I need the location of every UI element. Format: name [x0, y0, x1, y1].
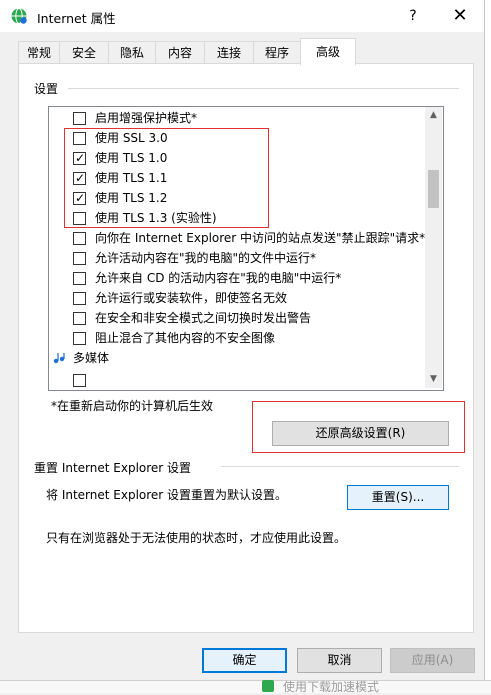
help-button[interactable]: ? — [400, 4, 426, 28]
checkbox[interactable] — [73, 272, 86, 285]
multimedia-icon — [53, 353, 65, 364]
scroll-thumb[interactable] — [428, 170, 439, 208]
category-label: 多媒体 — [73, 351, 110, 365]
ok-button[interactable]: 确定 — [202, 648, 287, 673]
reset-button[interactable]: 重置(S)... — [347, 485, 449, 510]
settings-scrollbar[interactable]: ▲ ▼ — [425, 107, 442, 388]
cancel-button[interactable]: 取消 — [297, 648, 382, 673]
apply-button[interactable]: 应用(A) — [390, 648, 475, 673]
restart-note: *在重新启动你的计算机后生效 — [51, 399, 214, 413]
checkbox[interactable] — [73, 374, 86, 387]
checkbox[interactable] — [73, 292, 86, 305]
tab-programs[interactable]: 程序 — [253, 41, 301, 64]
tab-content[interactable]: 内容 — [155, 41, 205, 64]
tab-general[interactable]: 常规 — [18, 41, 60, 64]
checkbox[interactable] — [73, 112, 86, 125]
reset-group-divider — [221, 466, 459, 467]
background-window-edge — [484, 0, 491, 692]
window-title: Internet 属性 — [37, 11, 116, 26]
checkbox[interactable] — [73, 232, 86, 245]
scroll-up-arrow-icon[interactable]: ▲ — [425, 107, 442, 124]
tab-connections[interactable]: 连接 — [204, 41, 254, 64]
title-bar[interactable]: Internet 属性 ? ✕ — [0, 0, 484, 32]
tab-security[interactable]: 安全 — [59, 41, 109, 64]
setting-label: 向你在 Internet Explorer 中访问的站点发送"禁止跟踪"请求* — [95, 231, 426, 245]
reset-description: 将 Internet Explorer 设置重置为默认设置。 — [46, 488, 288, 502]
close-button[interactable]: ✕ — [440, 4, 480, 28]
setting-label: 允许活动内容在"我的电脑"的文件中运行* — [95, 251, 317, 265]
setting-label: 阻止混合了其他内容的不安全图像 — [95, 331, 276, 345]
reset-note: 只有在浏览器处于无法使用的状态时，才应使用此设置。 — [46, 531, 347, 545]
checkbox[interactable] — [73, 252, 86, 265]
checkbox[interactable] — [73, 332, 86, 345]
reset-group-label: 重置 Internet Explorer 设置 — [34, 461, 192, 475]
settings-group-label: 设置 — [34, 82, 59, 96]
checkbox[interactable] — [73, 312, 86, 325]
restore-advanced-settings-button[interactable]: 还原高级设置(R) — [272, 421, 449, 446]
setting-label: 在安全和非安全模式之间切换时发出警告 — [95, 311, 312, 325]
internet-globe-icon — [11, 8, 27, 24]
background-window-strip: 使用下载加速模式 — [0, 680, 491, 694]
setting-label: 允许运行或安装软件，即使签名无效 — [95, 291, 288, 305]
setting-label: 允许来自 CD 的活动内容在"我的电脑"中运行* — [95, 271, 342, 285]
background-window-text: 使用下载加速模式 — [283, 680, 380, 694]
background-checkbox-icon — [262, 680, 274, 692]
tls-options-highlight — [64, 128, 269, 228]
setting-label: 启用增强保护模式* — [95, 111, 198, 125]
settings-group-divider — [68, 88, 459, 89]
scroll-down-arrow-icon[interactable]: ▼ — [425, 371, 442, 388]
tab-privacy[interactable]: 隐私 — [108, 41, 156, 64]
tab-advanced[interactable]: 高级 — [300, 38, 356, 66]
